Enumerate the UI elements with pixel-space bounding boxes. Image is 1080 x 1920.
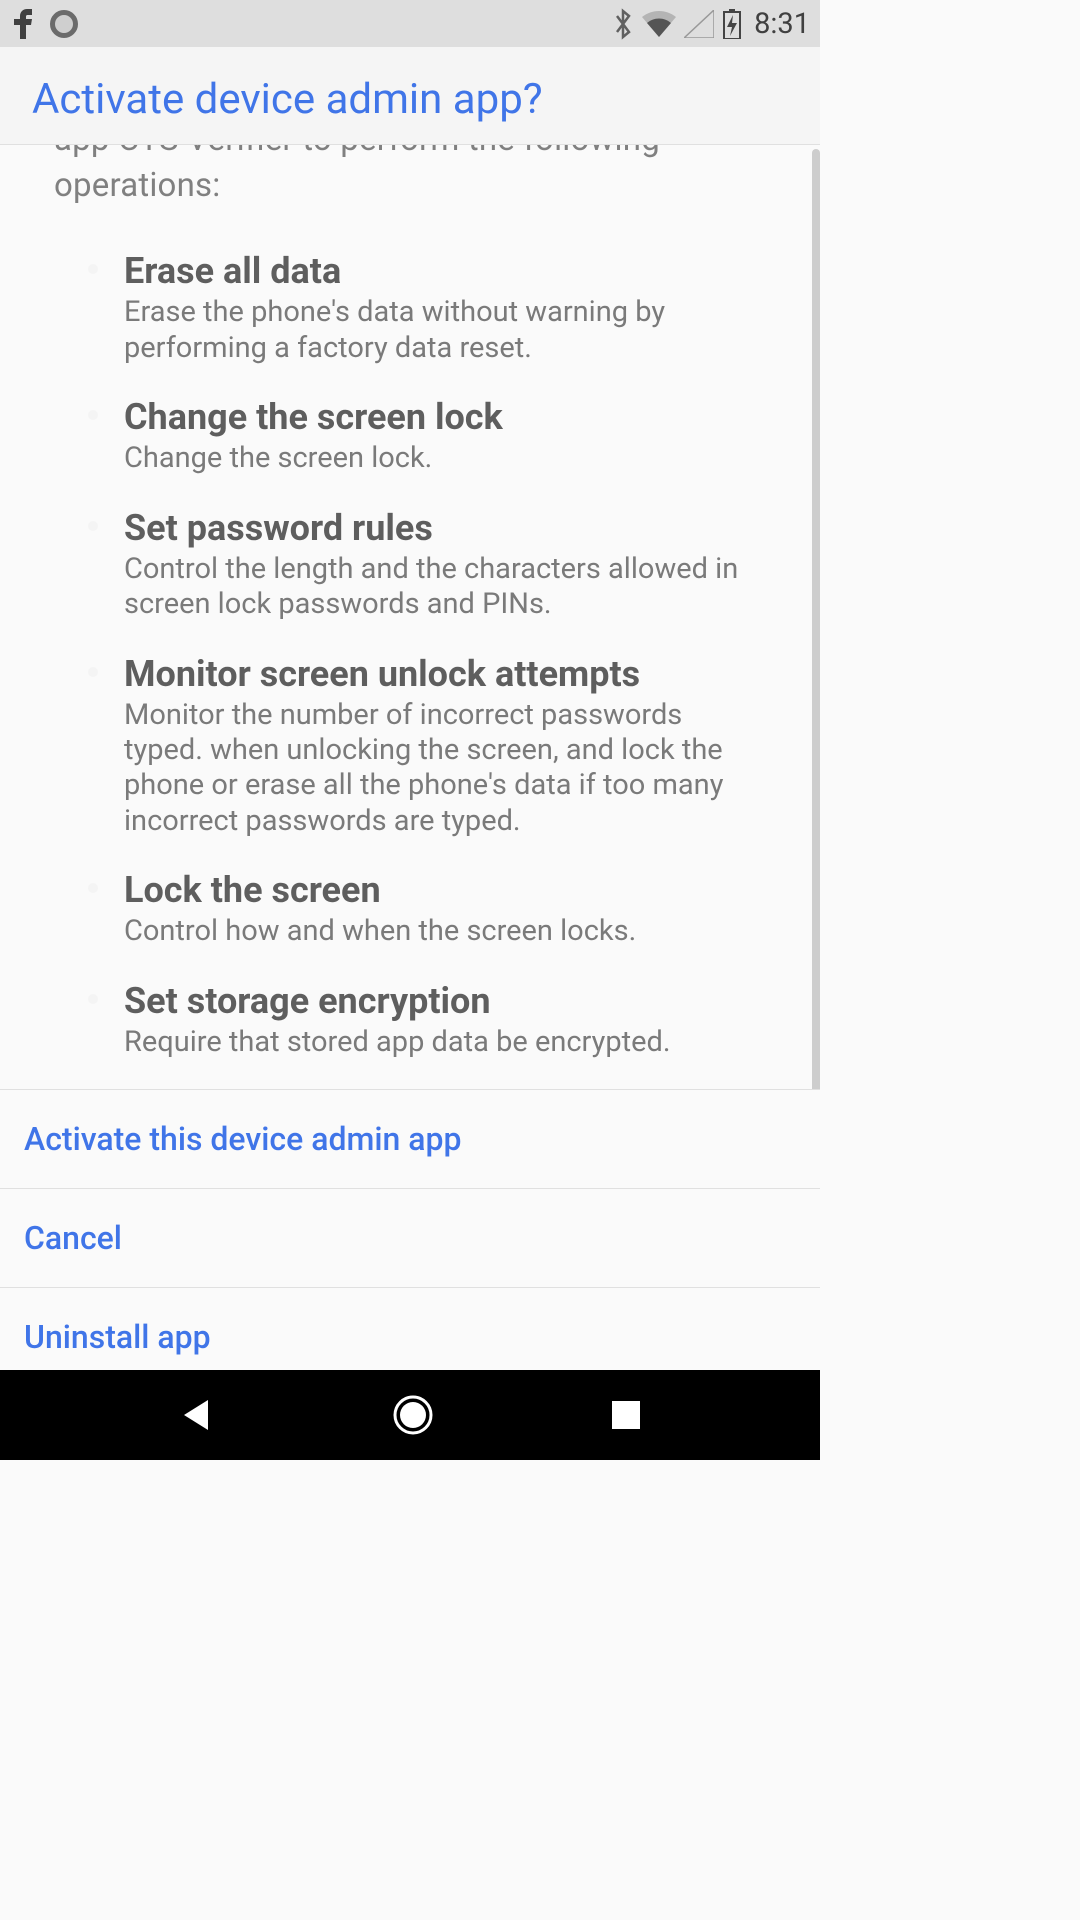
bullet-icon xyxy=(88,521,98,531)
permission-desc: Require that stored app data be encrypte… xyxy=(124,1025,766,1060)
permission-desc: Erase the phone's data without warning b… xyxy=(124,295,766,366)
bluetooth-icon xyxy=(614,8,634,40)
permission-item: Change the screen lock Change the screen… xyxy=(90,396,766,477)
permission-desc: Control the length and the characters al… xyxy=(124,552,766,623)
back-icon[interactable] xyxy=(178,1396,216,1434)
permission-item: Set password rules Control the length an… xyxy=(90,507,766,623)
bullet-icon xyxy=(88,264,98,274)
recent-apps-icon[interactable] xyxy=(610,1399,642,1431)
cancel-button[interactable]: Cancel xyxy=(0,1189,820,1288)
bullet-icon xyxy=(88,994,98,1004)
activate-button[interactable]: Activate this device admin app xyxy=(0,1090,820,1189)
permission-title: Lock the screen xyxy=(124,869,766,912)
permission-item: Erase all data Erase the phone's data wi… xyxy=(90,250,766,366)
status-clock: 8:31 xyxy=(754,7,810,41)
intro-text: app CTS Verifier to perform the followin… xyxy=(54,145,766,208)
permission-title: Erase all data xyxy=(124,250,766,293)
permission-item: Lock the screen Control how and when the… xyxy=(90,869,766,950)
permission-title: Monitor screen unlock attempts xyxy=(124,653,766,696)
uninstall-button[interactable]: Uninstall app xyxy=(0,1288,820,1370)
bullet-icon xyxy=(88,410,98,420)
permission-title: Set storage encryption xyxy=(124,980,766,1023)
scrollbar[interactable] xyxy=(812,149,820,1089)
home-icon[interactable] xyxy=(391,1393,435,1437)
action-bar: Activate this device admin app Cancel Un… xyxy=(0,1089,820,1370)
fi-icon xyxy=(10,9,36,39)
page-header: Activate device admin app? xyxy=(0,47,820,145)
permission-desc: Control how and when the screen locks. xyxy=(124,914,766,949)
status-right: 8:31 xyxy=(614,7,810,41)
bullet-icon xyxy=(88,667,98,677)
permission-item: Set storage encryption Require that stor… xyxy=(90,980,766,1061)
wifi-icon xyxy=(642,11,676,37)
page-title: Activate device admin app? xyxy=(32,75,788,124)
status-left xyxy=(10,9,78,39)
notification-circle-icon xyxy=(50,10,78,38)
permission-title: Set password rules xyxy=(124,507,766,550)
bullet-icon xyxy=(88,883,98,893)
status-bar: 8:31 xyxy=(0,0,820,47)
permission-desc: Change the screen lock. xyxy=(124,441,766,476)
navigation-bar xyxy=(0,1370,820,1460)
content-scroll[interactable]: app CTS Verifier to perform the followin… xyxy=(0,145,820,1089)
battery-charging-icon xyxy=(722,9,742,39)
permission-item: Monitor screen unlock attempts Monitor t… xyxy=(90,653,766,840)
cellular-icon xyxy=(684,10,714,38)
permission-title: Change the screen lock xyxy=(124,396,766,439)
permission-desc: Monitor the number of incorrect password… xyxy=(124,698,766,840)
permission-list: Erase all data Erase the phone's data wi… xyxy=(54,250,766,1089)
